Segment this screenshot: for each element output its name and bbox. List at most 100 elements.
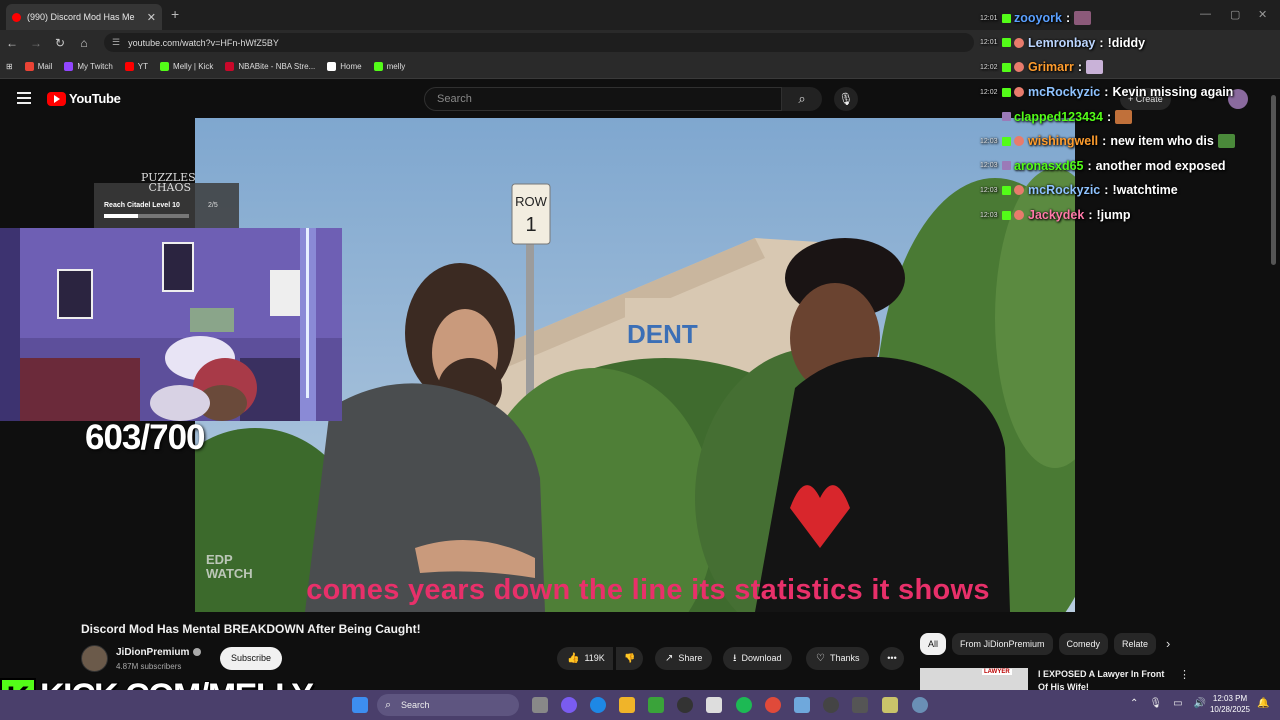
start-icon[interactable] [352, 697, 368, 713]
home-icon[interactable]: ⌂ [72, 36, 96, 50]
kebab-menu-icon[interactable]: ⋮ [1179, 668, 1190, 681]
new-tab-button[interactable]: + [171, 6, 179, 22]
chat-timestamp: 12:03 [980, 162, 998, 170]
chevron-up-icon[interactable]: ⌃ [1130, 698, 1138, 709]
store-icon[interactable] [706, 697, 722, 713]
edge-icon[interactable] [590, 697, 606, 713]
forward-icon[interactable]: → [24, 36, 48, 50]
kick-badge-icon [1002, 87, 1011, 97]
tab-title: (990) Discord Mod Has Me [27, 12, 135, 22]
site-info-icon[interactable]: ☰ [112, 37, 120, 48]
more-actions-button[interactable]: ••• [880, 647, 904, 670]
chat-text: !diddy [1107, 35, 1146, 50]
volume-icon[interactable]: 🔊 [1194, 698, 1206, 709]
bookmark-mail[interactable]: Mail [24, 62, 53, 71]
voice-search-button[interactable]: 🎙 [834, 87, 858, 111]
twitch-icon [64, 62, 74, 71]
bookmark-melly-kick[interactable]: Melly | Kick [160, 62, 213, 71]
bookmark-yt[interactable]: YT [124, 62, 149, 71]
app-icon-2[interactable] [882, 697, 898, 713]
bookmark-label: YT [137, 62, 149, 71]
download-button[interactable]: ⭳ Download [723, 647, 792, 670]
menu-icon[interactable] [17, 92, 31, 104]
settings-icon[interactable] [912, 697, 928, 713]
thumbs-down-icon: 👎 [624, 653, 636, 663]
thanks-label: Thanks [829, 653, 860, 663]
copilot-icon[interactable] [561, 697, 577, 713]
subscribe-button[interactable]: Subscribe [220, 647, 283, 670]
youtube-play-icon [47, 91, 66, 106]
puzzle-goal-widget: PUZZLES CHAOS Reach Citadel Level 10 2/5 [94, 172, 239, 228]
url-field[interactable]: ☰ youtube.com/watch?v=HFn-hWfZ5BY [104, 33, 974, 52]
microphone-icon: 🎙 [838, 92, 854, 106]
task-view-icon[interactable] [532, 697, 548, 713]
nba-icon [225, 62, 235, 71]
taskbar-clock[interactable]: 12:03 PM 10/28/2025 [1207, 693, 1253, 715]
media-player-icon[interactable] [823, 697, 839, 713]
chip-from-channel[interactable]: From JiDionPremium [952, 633, 1053, 655]
thanks-button[interactable]: ♡ Thanks [806, 647, 870, 670]
stream-chat: 12:01 zooyork: 12:01 Lemronbay: !diddy 12:0… [980, 6, 1280, 227]
xbox-icon[interactable] [648, 697, 664, 713]
youtube-logo[interactable]: YouTube [47, 91, 121, 106]
chat-text: !watchtime [1112, 183, 1178, 198]
chat-colon: : [1077, 60, 1083, 75]
bookmark-label: Mail [37, 62, 53, 71]
apps-icon[interactable]: ⊞ [6, 62, 13, 71]
chat-timestamp: 12:03 [980, 211, 998, 219]
screen: { "browser": { "tab_title": "(990) Disco… [0, 0, 1280, 720]
microphone-tray-icon[interactable]: 🎙 [1149, 698, 1162, 709]
bookmark-home[interactable]: Home [327, 62, 362, 71]
youtube-icon [124, 62, 134, 71]
taskbar-search[interactable]: Search [377, 694, 519, 716]
channel-avatar[interactable] [81, 645, 108, 672]
puzzles-chaos-logo: PUZZLES CHAOS [141, 172, 196, 193]
verified-icon [193, 648, 202, 657]
chat-timestamp: 12:01 [980, 14, 998, 22]
subscriber-goal-counter: 603/700 [85, 418, 206, 457]
dislike-button[interactable]: 👎 [616, 647, 644, 670]
chip-comedy[interactable]: Comedy [1058, 633, 1109, 655]
back-icon[interactable]: ← [0, 36, 24, 50]
kick-badge-icon [1002, 136, 1011, 146]
kick-icon [160, 62, 170, 71]
spotify-icon[interactable] [736, 697, 752, 713]
chat-message: 12:03 Jackydek: !jump [980, 203, 1280, 228]
network-icon[interactable]: ▭ [1173, 698, 1182, 709]
recommended-thumbnail[interactable]: LAWYER [920, 668, 1028, 690]
photos-icon[interactable] [794, 697, 810, 713]
search-button[interactable]: ⌕ [782, 87, 822, 111]
chevron-right-icon[interactable]: › [1166, 636, 1170, 651]
chat-username: Grimarr [1028, 60, 1074, 75]
avatar-badge-icon [1014, 136, 1024, 147]
chip-related[interactable]: Relate [1114, 633, 1157, 655]
close-tab-icon[interactable]: ✕ [147, 11, 156, 24]
x-icon [327, 62, 337, 71]
channel-name[interactable]: JiDionPremium [116, 647, 202, 658]
emote-icon [1074, 11, 1092, 26]
file-explorer-icon[interactable] [619, 697, 635, 713]
bookmark-my-twitch[interactable]: My Twitch [64, 62, 113, 71]
chat-colon: : [1087, 158, 1092, 173]
search-input[interactable]: Search [424, 87, 782, 111]
reload-icon[interactable]: ↻ [48, 36, 72, 50]
bookmark-nbabite[interactable]: NBABite - NBA Stre... [225, 62, 315, 71]
recommended-title[interactable]: I EXPOSED A Lawyer In Front Of His Wife! [1038, 668, 1173, 690]
emote-icon [1086, 60, 1104, 75]
chat-text: Kevin missing again [1112, 85, 1234, 100]
bookmark-label: melly [386, 62, 406, 71]
bookmark-melly[interactable]: melly [373, 62, 406, 71]
browser-tab[interactable]: (990) Discord Mod Has Me ✕ [6, 4, 162, 30]
notification-bell-icon[interactable]: 🔔 [1257, 698, 1269, 709]
chrome-icon[interactable] [765, 697, 781, 713]
share-button[interactable]: ↗ Share [655, 647, 713, 670]
share-label: Share [678, 653, 703, 663]
goal-label: Reach Citadel Level 10 [104, 202, 180, 209]
chip-all[interactable]: All [920, 633, 947, 655]
like-button[interactable]: 👍 119K [557, 647, 613, 670]
app-icon[interactable] [677, 697, 693, 713]
avatar-badge-icon [1014, 210, 1024, 221]
download-icon: ⭳ [733, 653, 737, 664]
obs-icon[interactable] [852, 697, 868, 713]
search-icon: ⌕ [798, 91, 806, 106]
